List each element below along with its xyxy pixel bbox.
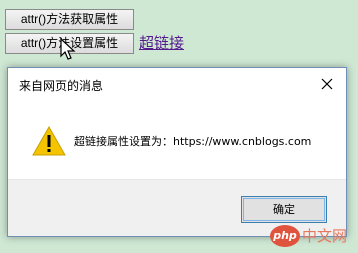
watermark: php 中文网 (270, 223, 355, 251)
dialog-titlebar: 来自网页的消息 (8, 68, 346, 102)
dialog-title: 来自网页的消息 (19, 79, 104, 93)
dialog-content: 超链接属性设置为：https://www.cnblogs.com (8, 102, 346, 182)
mouse-cursor-icon (60, 38, 76, 60)
dialog-message: 超链接属性设置为：https://www.cnblogs.com (74, 135, 312, 148)
alert-dialog: 来自网页的消息 超链接属性设置为：https://www.cnblogs.com… (7, 67, 347, 237)
watermark-text: 中文网 (302, 227, 348, 245)
hyperlink[interactable]: 超链接 (139, 32, 184, 53)
watermark-logo: php (270, 225, 300, 247)
attr-get-button[interactable]: attr()方法获取属性 (5, 9, 134, 30)
ok-button[interactable]: 确定 (241, 196, 327, 223)
warning-icon (32, 126, 66, 156)
page: attr()方法获取属性 attr()方法设置属性 超链接 来自网页的消息 超链… (0, 0, 358, 253)
close-icon[interactable] (314, 73, 340, 95)
